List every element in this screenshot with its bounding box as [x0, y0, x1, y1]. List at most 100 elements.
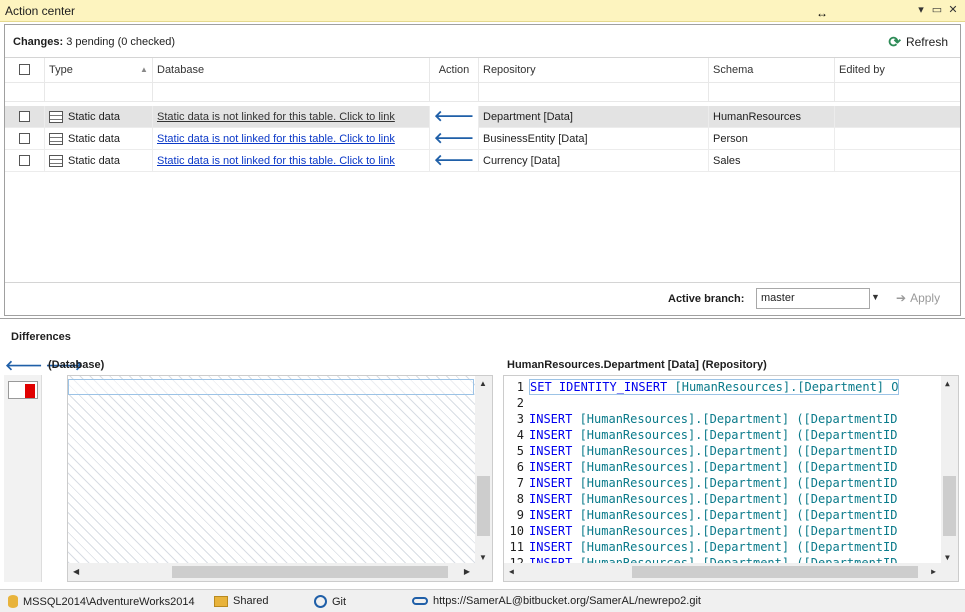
apply-button[interactable]: ➔ Apply: [896, 291, 940, 305]
column-label-action: Action: [438, 64, 470, 76]
scroll-right-icon[interactable]: ▶: [931, 567, 936, 576]
table-data-icon: [49, 155, 63, 168]
column-label-edited-by: Edited by: [839, 64, 885, 76]
maximize-icon[interactable]: ▭: [930, 3, 944, 17]
code-line: 1 SET IDENTITY_INSERT [HumanResources].[D…: [504, 379, 939, 395]
scroll-right-icon[interactable]: ▶: [464, 567, 470, 576]
filter-repository[interactable]: [479, 83, 709, 101]
branch-dropdown-icon[interactable]: ▼: [871, 292, 880, 302]
row-checkbox[interactable]: [19, 111, 30, 122]
column-header-repository[interactable]: Repository: [479, 58, 709, 82]
right-code-editor[interactable]: 1 SET IDENTITY_INSERT [HumanResources].[D…: [503, 375, 959, 582]
filter-row: [5, 82, 960, 102]
type-cell: Static data: [45, 106, 153, 128]
empty-line-highlight: [68, 379, 474, 395]
refresh-label: Refresh: [905, 35, 948, 49]
column-header-database[interactable]: Database: [153, 58, 430, 82]
refresh-button[interactable]: ⟳ Refresh: [888, 33, 948, 51]
previous-difference-icon[interactable]: 🡐: [5, 357, 46, 373]
row-checkbox[interactable]: [19, 155, 30, 166]
changes-label: Changes:: [13, 36, 64, 48]
line-number: 11: [509, 540, 524, 554]
row-select-cell: [5, 106, 45, 128]
scroll-thumb[interactable]: [477, 476, 490, 536]
code-rest: [HumanResources].[Department] ([Departme…: [572, 508, 898, 522]
scroll-left-icon[interactable]: ◀: [73, 567, 79, 576]
scroll-left-icon[interactable]: ◀: [509, 567, 514, 576]
line-number: 6: [516, 460, 524, 474]
diff-marker[interactable]: [8, 381, 38, 399]
differences-title: Differences: [11, 331, 71, 343]
table-row[interactable]: Static data Static data is not linked fo…: [5, 150, 960, 172]
left-code-editor[interactable]: ▲ ▼ ◀ ▶: [67, 375, 493, 582]
code-rest: [HumanResources].[Department] O: [667, 380, 899, 394]
table-row[interactable]: Static data Static data is not linked fo…: [5, 106, 960, 128]
row-select-cell: [5, 150, 45, 172]
column-label-database: Database: [157, 64, 205, 76]
action-center-titlebar: Action center ↔ ▾ ▭ ✕: [0, 0, 965, 22]
column-header-action[interactable]: Action: [430, 58, 479, 82]
action-cell[interactable]: 🡐: [430, 106, 479, 128]
database-cell: Static data is not linked for this table…: [153, 106, 430, 128]
code-keyword: SET IDENTITY_INSERT: [530, 380, 668, 394]
column-header-edited-by[interactable]: Edited by: [835, 58, 960, 82]
scroll-up-icon[interactable]: ▲: [479, 379, 487, 388]
left-horizontal-scrollbar[interactable]: ◀ ▶: [68, 563, 492, 581]
status-repo-url[interactable]: https://SamerAL@bitbucket.org/SamerAL/ne…: [412, 595, 701, 607]
filter-database[interactable]: [153, 83, 430, 101]
status-mode-label: Shared: [233, 595, 269, 607]
column-header-type[interactable]: Type ▲: [45, 58, 153, 82]
filter-action[interactable]: [430, 83, 479, 101]
status-database[interactable]: MSSQL2014\AdventureWorks2014: [8, 595, 195, 608]
git-icon: [314, 595, 327, 608]
scroll-thumb[interactable]: [632, 566, 918, 578]
diff-overview-gutter[interactable]: [4, 375, 42, 582]
link-static-data-link[interactable]: Static data is not linked for this table…: [157, 133, 395, 145]
active-branch-input[interactable]: master: [756, 288, 870, 309]
line-number: 1: [516, 380, 524, 394]
schema-cell: HumanResources: [709, 106, 835, 128]
left-vertical-scrollbar[interactable]: ▲ ▼: [475, 376, 492, 565]
status-database-label: MSSQL2014\AdventureWorks2014: [23, 595, 195, 608]
code-keyword: INSERT: [529, 540, 573, 554]
code-line: 9 INSERT [HumanResources].[Department] ([…: [504, 507, 939, 523]
filter-edited-by[interactable]: [835, 83, 960, 101]
close-icon[interactable]: ✕: [946, 3, 960, 17]
action-cell[interactable]: 🡐: [430, 128, 479, 150]
scroll-thumb[interactable]: [943, 476, 956, 536]
table-row[interactable]: Static data Static data is not linked fo…: [5, 128, 960, 150]
scroll-down-icon[interactable]: ▼: [479, 553, 487, 562]
scroll-down-icon[interactable]: ▼: [945, 553, 950, 562]
dropdown-icon[interactable]: ▾: [914, 3, 928, 17]
changes-grid: Type ▲ Database Action Repository Schema…: [5, 57, 960, 283]
code-keyword: INSERT: [529, 460, 573, 474]
select-all-checkbox[interactable]: [19, 64, 30, 75]
repository-cell: Currency [Data]: [479, 150, 709, 172]
code-line: 10 INSERT [HumanResources].[Department] (…: [504, 523, 939, 539]
arrow-left-icon: 🡐: [433, 130, 475, 147]
scroll-up-icon[interactable]: ▲: [945, 379, 950, 388]
right-vertical-scrollbar[interactable]: ▲ ▼: [941, 376, 958, 565]
filter-type[interactable]: [45, 83, 153, 101]
header-select-all: [5, 58, 45, 82]
arrow-left-icon: 🡐: [433, 152, 475, 169]
status-mode[interactable]: Shared: [214, 595, 268, 607]
link-static-data-link[interactable]: Static data is not linked for this table…: [157, 155, 395, 167]
action-cell[interactable]: 🡐: [430, 150, 479, 172]
status-vcs[interactable]: Git: [314, 595, 346, 608]
scroll-thumb[interactable]: [172, 566, 448, 578]
apply-arrow-icon: ➔: [896, 291, 907, 305]
code-line: 7 INSERT [HumanResources].[Department] ([…: [504, 475, 939, 491]
link-static-data-link[interactable]: Static data is not linked for this table…: [157, 111, 395, 123]
code-keyword: INSERT: [529, 444, 573, 458]
row-checkbox[interactable]: [19, 133, 30, 144]
filter-schema[interactable]: [709, 83, 835, 101]
table-data-icon: [49, 111, 63, 124]
active-branch-label: Active branch:: [668, 293, 745, 305]
column-label-type: Type: [49, 64, 73, 76]
database-cell: Static data is not linked for this table…: [153, 128, 430, 150]
shared-folder-icon: [214, 595, 228, 607]
column-header-schema[interactable]: Schema: [709, 58, 835, 82]
right-horizontal-scrollbar[interactable]: ◀ ▶: [504, 563, 958, 581]
row-select-cell: [5, 128, 45, 150]
